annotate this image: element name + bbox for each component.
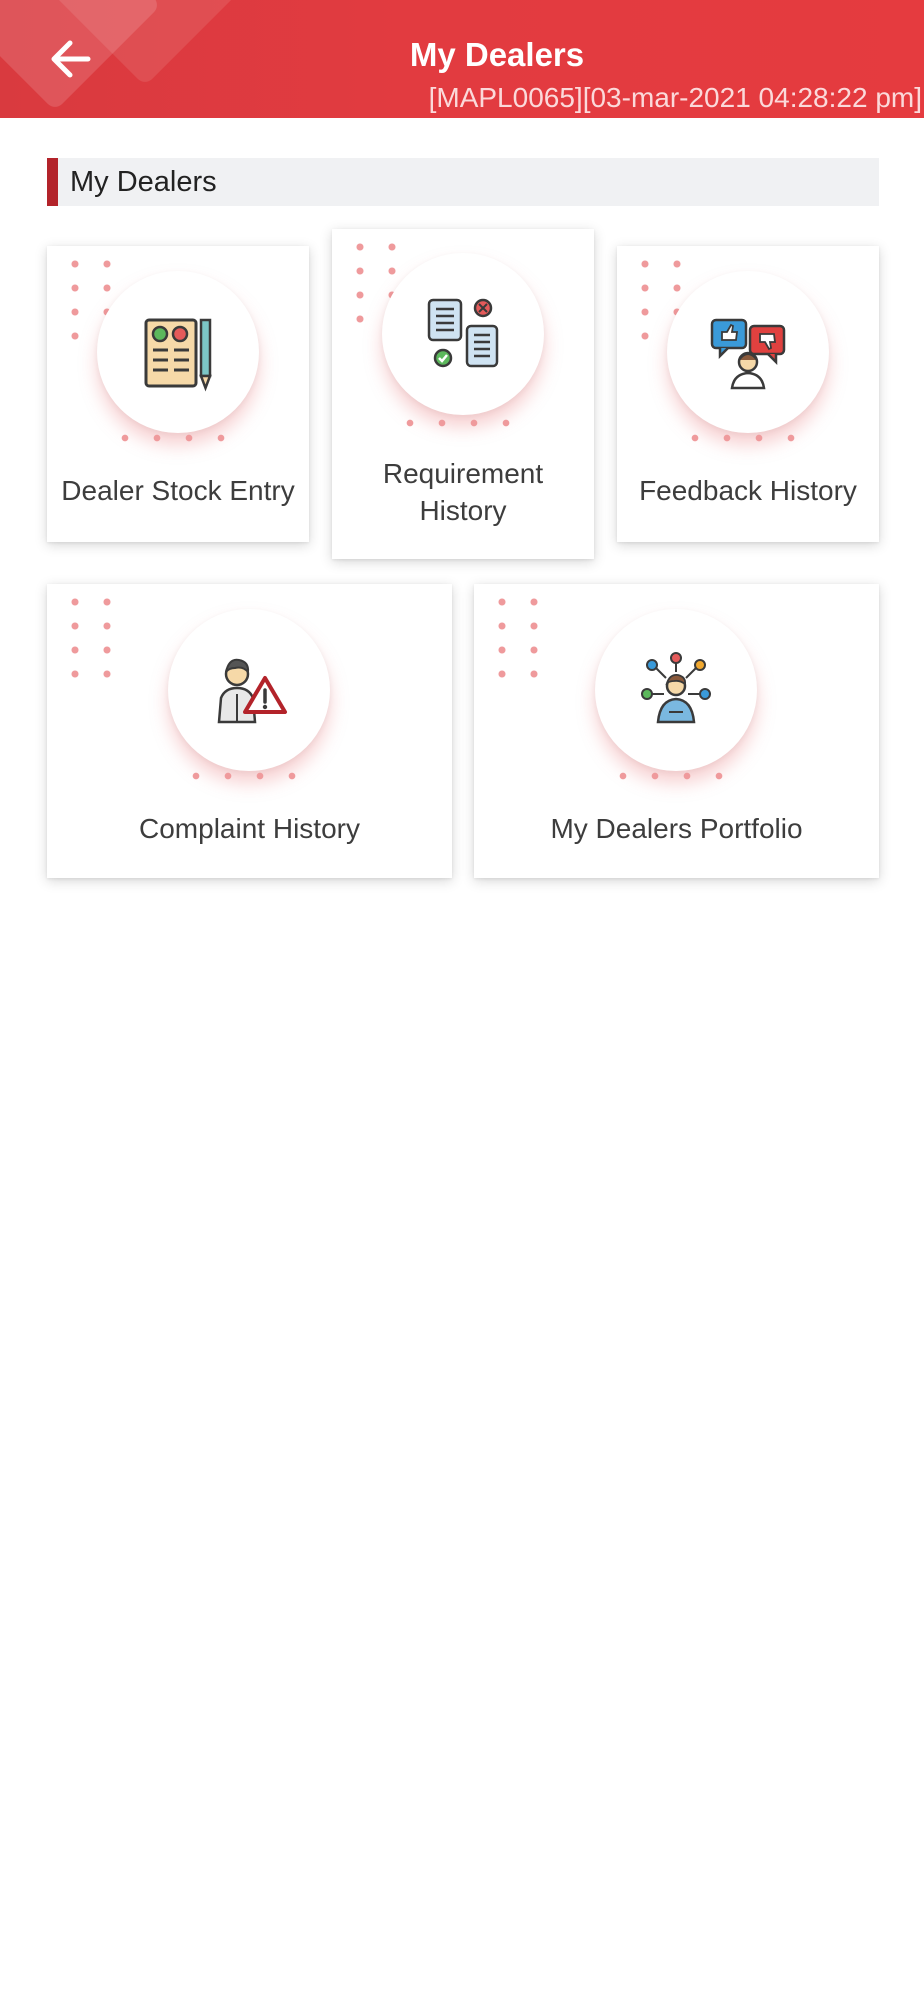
decorative-dots	[607, 770, 727, 782]
decorative-dots	[109, 432, 229, 444]
page-title: My Dealers	[409, 36, 585, 73]
document-flow-icon	[427, 298, 499, 368]
tile-icon-circle	[667, 271, 829, 433]
stock-sheet-pencil-icon	[144, 318, 212, 392]
tile-icon-circle	[168, 609, 330, 771]
person-network-icon	[641, 652, 711, 724]
tile-label: Requirement History	[382, 458, 544, 526]
decorative-dots	[59, 590, 111, 680]
tile-icon-circle	[382, 253, 544, 415]
feedback-thumbs-icon	[710, 318, 786, 390]
tile-requirement-history[interactable]: Requirement History	[332, 229, 594, 559]
app-bar: My Dealers [MAPL0065][03-mar-2021 04:28:…	[0, 0, 924, 118]
tile-dealer-stock-entry[interactable]: Dealer Stock Entry	[47, 246, 309, 542]
decorative-dots	[486, 590, 538, 680]
tile-label: My Dealers Portfolio	[550, 813, 803, 844]
tile-icon-circle	[595, 609, 757, 771]
decorative-dots	[394, 417, 514, 429]
tile-label: Dealer Stock Entry	[61, 475, 295, 506]
tile-complaint-history[interactable]: Complaint History	[47, 584, 452, 878]
tile-label: Feedback History	[639, 475, 857, 506]
section-accent-bar	[47, 158, 58, 206]
tile-icon-circle	[97, 271, 259, 433]
decorative-dots	[679, 432, 799, 444]
section-header: My Dealers	[47, 158, 879, 206]
tile-feedback-history[interactable]: Feedback History	[617, 246, 879, 542]
user-session-info: [MAPL0065][03-mar-2021 04:28:22 pm]	[428, 82, 922, 113]
section-title: My Dealers	[70, 165, 217, 198]
decorative-dots	[180, 770, 300, 782]
tile-label: Complaint History	[139, 813, 360, 844]
person-warning-icon	[217, 658, 287, 724]
tile-my-dealers-portfolio[interactable]: My Dealers Portfolio	[474, 584, 879, 878]
